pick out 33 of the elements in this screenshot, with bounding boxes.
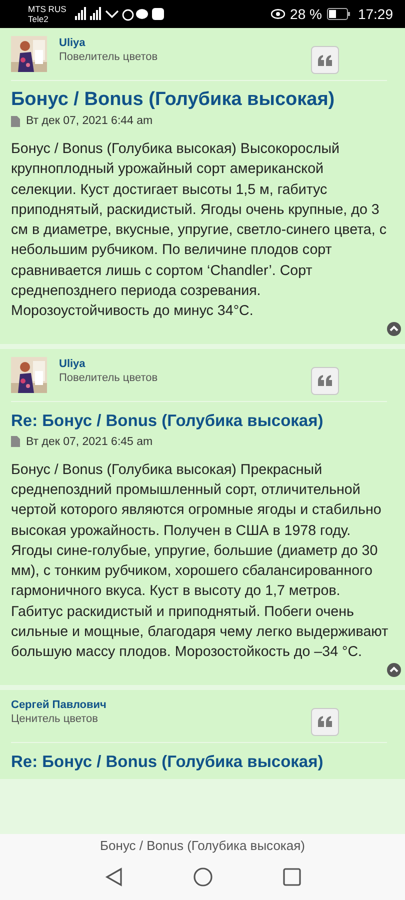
scroll-up-icon[interactable] bbox=[387, 662, 401, 677]
author-name[interactable]: Uliya bbox=[59, 37, 299, 50]
quote-icon bbox=[318, 54, 332, 66]
post-title[interactable]: Re: Бонус / Bonus (Голубика высокая) bbox=[11, 410, 395, 432]
author-rank: Повелитель цветов bbox=[59, 370, 159, 385]
carrier-name: MTS RUS bbox=[28, 4, 68, 14]
document-icon bbox=[11, 116, 20, 126]
author-rank: Ценитель цветов bbox=[11, 712, 99, 726]
battery-percent: 28 % bbox=[290, 6, 322, 22]
quote-icon bbox=[318, 375, 332, 386]
page-title: Бонус / Bonus (Голубика высокая) bbox=[100, 838, 305, 853]
home-icon[interactable] bbox=[192, 866, 212, 886]
quote-icon bbox=[318, 716, 332, 728]
back-icon[interactable] bbox=[104, 866, 122, 886]
scroll-up-icon[interactable] bbox=[387, 322, 401, 336]
quote-button[interactable] bbox=[311, 366, 339, 395]
post-body: Бонус / Bonus (Голубика высокая) Прекрасный среднепоздний промышленный сорт, отличительной чертой которого являются огромные ягоды и стабильно высокая урожайность. Получен в США в 1978 году. Ягоды сине-голубые, упругие, большие (диаметр до 30 мм), с тонким рубчиком, хорошего сбалансированного гармоничного вкуса. Куст в высоту до 1,7 метров. Габитус раскидистый и приподнятый. Побеги очень сильные и мощные, благодаря чему легко выдерживают большую массу плодов. Морозостойкость до –34 °С. bbox=[11, 460, 390, 662]
post-body: Бонус / Bonus (Голубика высокая) Высокорослый крупноплодный урожайный сорт американской селекции. Куст достигает высоты 1,5 м, габитус приподнятый, раскидистый. Ягоды очень крупные, до 3 см в диаметре, вкусные, упругие, светло-синего цвета, с небольшим рубчиком. По величине плодов сорт сравнивается лишь с сортом ‘Chandler’. Сорт среднепозднего периода созревания. Морозоустойчивость до минус 34°С. bbox=[11, 140, 388, 322]
clock: 17:29 bbox=[358, 6, 393, 22]
quote-button[interactable] bbox=[311, 46, 339, 74]
post-title[interactable]: Бонус / Bonus (Голубика высокая) bbox=[11, 89, 395, 111]
post-date: Вт дек 07, 2021 6:44 am bbox=[26, 115, 153, 127]
post-title[interactable]: Re: Бонус / Bonus (Голубика высокая) bbox=[11, 750, 395, 773]
eye-icon bbox=[271, 9, 286, 19]
battery-icon bbox=[326, 8, 351, 20]
recents-icon[interactable] bbox=[282, 868, 300, 886]
quote-button[interactable] bbox=[311, 708, 339, 736]
carrier-name: Tele2 bbox=[28, 14, 50, 24]
document-icon bbox=[11, 436, 20, 448]
author-name[interactable]: Сергей Павлович bbox=[11, 698, 299, 712]
author-name[interactable]: Uliya bbox=[59, 358, 299, 371]
author-rank: Повелитель цветов bbox=[59, 50, 159, 64]
post-date: Вт дек 07, 2021 6:45 am bbox=[26, 436, 153, 448]
